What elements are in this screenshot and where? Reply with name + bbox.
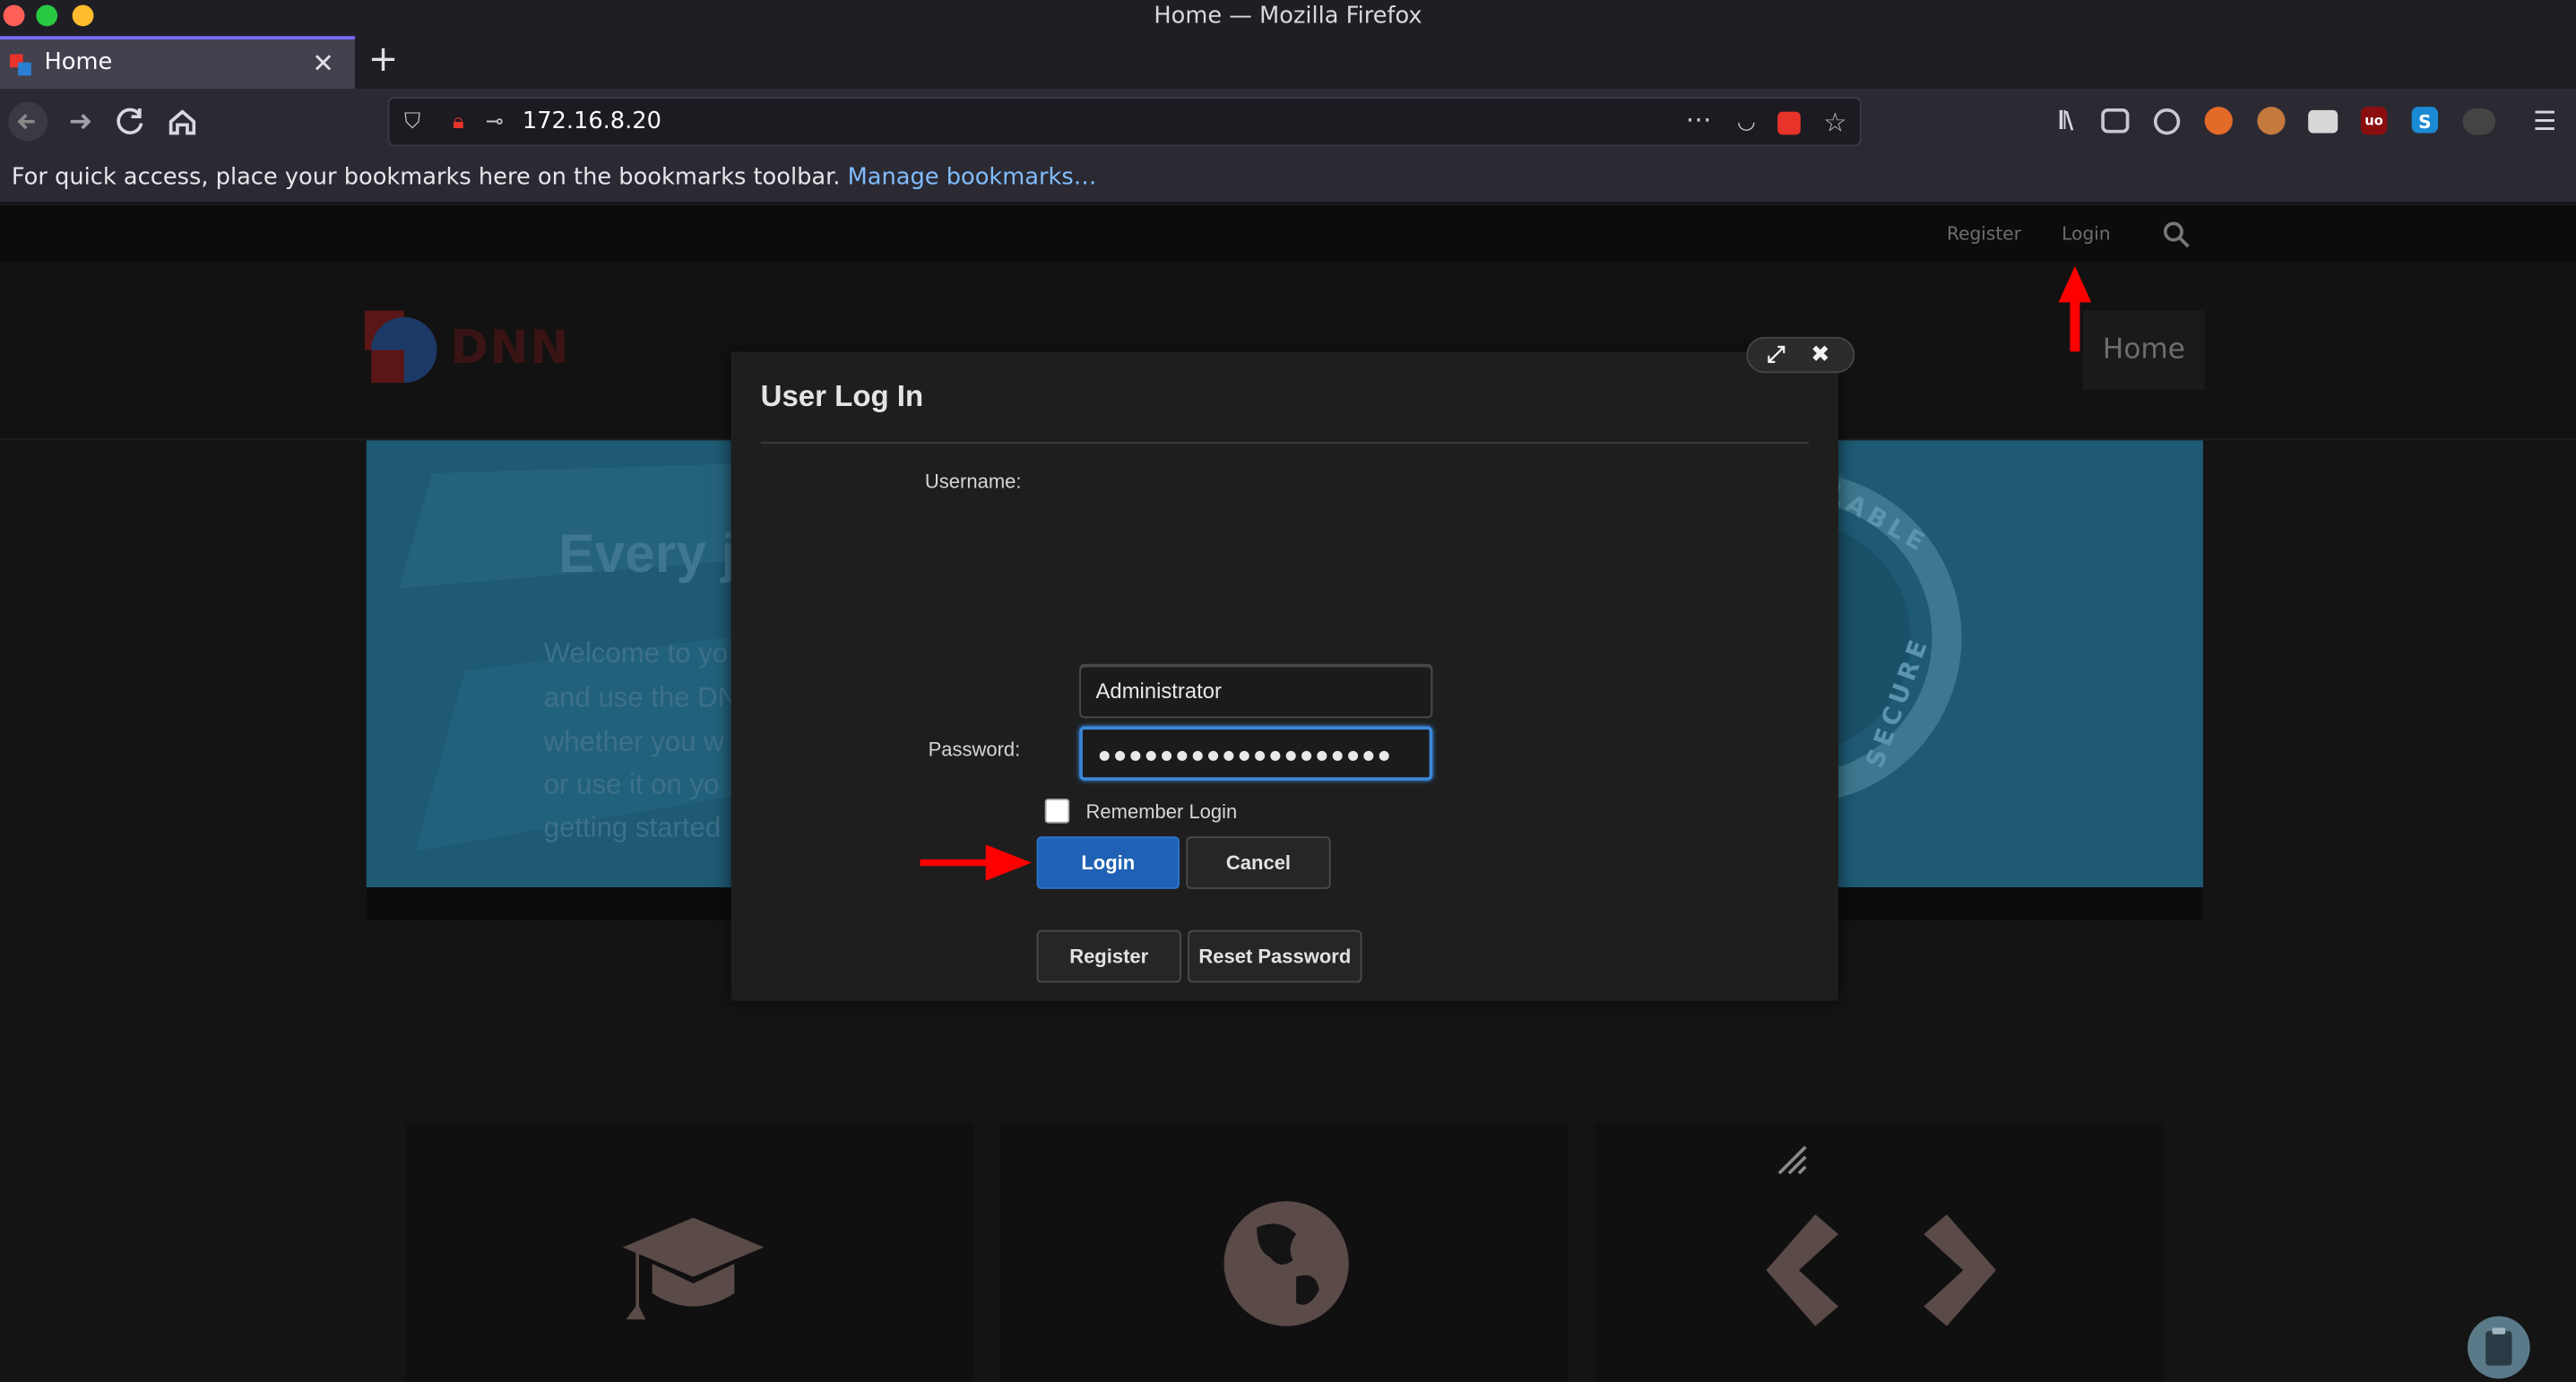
remember-login-label[interactable]: Remember Login (1086, 800, 1238, 824)
search-icon[interactable] (2162, 220, 2191, 250)
annotation-arrow-up-icon (2058, 266, 2092, 352)
account-icon[interactable] (2153, 108, 2181, 135)
page-actions-icon[interactable]: ⋯ (1686, 106, 1712, 133)
graduation-cap-icon (622, 1217, 765, 1320)
tab-title: Home (44, 49, 113, 76)
clipboard-icon (2485, 1327, 2512, 1366)
cookie-icon[interactable] (2257, 107, 2286, 135)
window-title: Home — Mozilla Firefox (1154, 3, 1422, 30)
menu-icon[interactable]: ☰ (2528, 105, 2562, 138)
skype-icon[interactable]: S (2411, 107, 2439, 134)
nav-home[interactable]: Home (2083, 310, 2205, 390)
dialog-title: User Log In (760, 379, 924, 413)
code-brackets-icon (1766, 1214, 1996, 1326)
tab-bar: Home ✕ + (0, 36, 2576, 90)
extension-icon[interactable] (2308, 109, 2338, 134)
reset-password-button[interactable]: Reset Password (1188, 929, 1362, 983)
feature-card (1595, 1122, 2164, 1382)
clipboard-widget[interactable] (2468, 1316, 2530, 1379)
home-button[interactable] (160, 99, 205, 144)
password-label: Password: (928, 738, 1021, 761)
insecure-lock-icon[interactable]: 🔒︎ (445, 110, 471, 136)
password-field[interactable]: ●●●●●●●●●●●●●●●●●●● (1079, 726, 1433, 781)
tab-home[interactable]: Home ✕ (0, 36, 355, 90)
home-icon (169, 109, 196, 135)
globe-icon (1223, 1201, 1349, 1326)
username-field[interactable]: Administrator (1079, 665, 1433, 719)
window-titlebar: Home — Mozilla Firefox (0, 0, 2576, 37)
dnn-logo-icon[interactable] (364, 310, 440, 386)
navigation-toolbar: ⛉ 🔒︎ ⊸ 172.16.8.20 ⋯ ◡ ☆ 𝄃\ uo S ☰ (0, 89, 2576, 155)
username-label: Username: (924, 470, 1022, 494)
annotation-arrow-right-icon (920, 844, 1033, 881)
dialog-divider (760, 442, 1810, 445)
cancel-button[interactable]: Cancel (1186, 836, 1331, 889)
login-link[interactable]: Login (2062, 223, 2110, 245)
register-link[interactable]: Register (1947, 223, 2021, 245)
dnn-favicon-icon (9, 54, 31, 76)
library-icon[interactable]: 𝄃\ (2050, 105, 2083, 138)
extension-icon[interactable] (2204, 107, 2233, 135)
bookmark-star-icon[interactable]: ☆ (1822, 109, 1848, 136)
login-button[interactable]: Login (1036, 836, 1180, 889)
key-icon[interactable]: ⊸ (481, 110, 507, 136)
resize-grip-icon[interactable] (1776, 1144, 1809, 1177)
hero-text-line: and use the DN (543, 681, 739, 713)
url-text[interactable]: 172.16.8.20 (523, 108, 661, 134)
ublock-icon[interactable]: uo (2360, 107, 2388, 135)
manage-bookmarks-link[interactable]: Manage bookmarks… (848, 164, 1097, 190)
bookmarks-bar: For quick access, place your bookmarks h… (0, 154, 2576, 204)
hero-text-line: or use it on yo (543, 769, 720, 800)
hero-text-line: getting started (543, 811, 722, 843)
shield-icon[interactable]: ⛉ (399, 110, 425, 136)
remember-login-checkbox[interactable] (1044, 799, 1070, 824)
site-top-bar: Register Login (0, 205, 2576, 262)
maximize-dialog-icon[interactable]: ⤢ (1758, 341, 1794, 367)
dnn-extension-icon[interactable] (1777, 111, 1801, 135)
register-button[interactable]: Register (1036, 929, 1181, 983)
new-tab-button[interactable]: + (368, 39, 399, 81)
pocket-icon[interactable]: ◡ (1733, 110, 1759, 136)
extension-icon[interactable] (2462, 108, 2496, 135)
close-tab-icon[interactable]: ✕ (312, 48, 334, 79)
bookmarks-message: For quick access, place your bookmarks h… (11, 164, 1097, 191)
forward-arrow-icon (70, 114, 91, 130)
back-arrow-icon (8, 101, 48, 142)
feature-card (1000, 1122, 1569, 1382)
logo-text: DNN (450, 320, 571, 376)
dialog-controls: ⤢ ✖ (1746, 336, 1855, 374)
forward-button[interactable] (57, 99, 103, 144)
url-bar[interactable]: ⛉ 🔒︎ ⊸ 172.16.8.20 ⋯ ◡ ☆ (387, 97, 1862, 147)
feature-card (405, 1122, 974, 1382)
reload-icon (117, 108, 143, 134)
hero-text-line: Welcome to yo (543, 637, 729, 669)
back-button[interactable] (4, 99, 50, 144)
sidebar-icon[interactable] (2101, 108, 2130, 134)
hero-text-line: whether you w (543, 726, 724, 758)
reload-button[interactable] (108, 99, 154, 144)
close-dialog-icon[interactable]: ✖ (1802, 341, 1838, 367)
